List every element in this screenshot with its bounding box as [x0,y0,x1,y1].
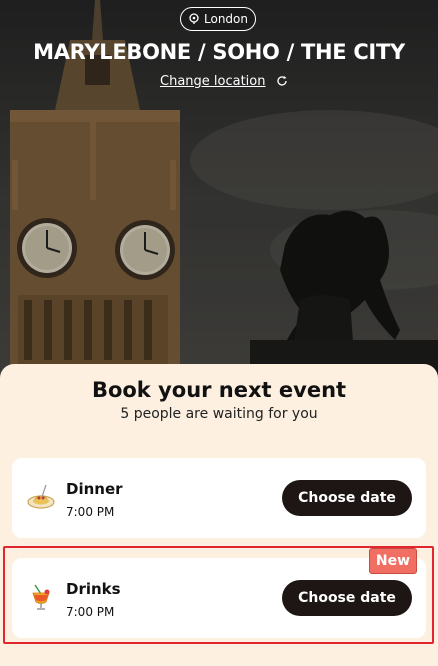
hero-image: London MARYLEBONE / SOHO / THE CITY Chan… [0,0,438,380]
city-label: London [204,12,248,26]
change-location[interactable]: Change location [160,72,288,90]
booking-subtitle: 5 people are waiting for you [120,406,318,422]
city-selector[interactable]: London [180,7,256,31]
dinner-plate-icon [27,484,55,509]
event-card-dinner[interactable]: Dinner 7:00 PM Choose date [12,458,426,538]
refresh-icon[interactable] [276,75,288,87]
change-location-link[interactable]: Change location [160,74,266,89]
event-time: 7:00 PM [66,505,115,519]
location-pin-icon [189,13,199,24]
new-badge: New [369,548,417,574]
choose-date-button[interactable]: Choose date [282,480,412,516]
event-name: Dinner [66,480,123,498]
booking-title: Book your next event [91,378,347,402]
area-title: MARYLEBONE / SOHO / THE CITY [33,40,405,64]
